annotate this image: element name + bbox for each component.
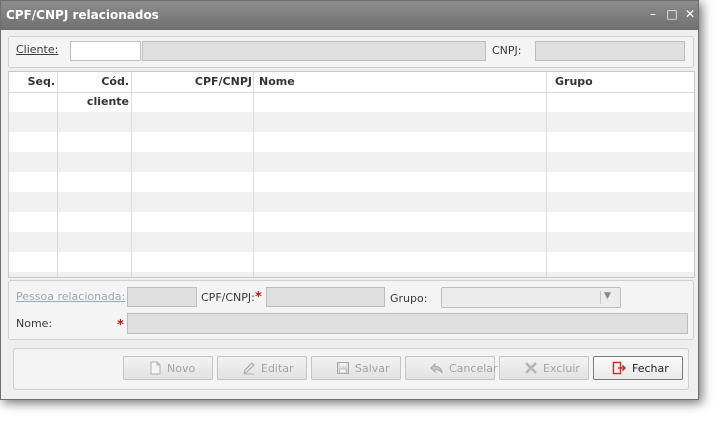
close-button[interactable]: ✕ [682, 6, 698, 22]
undo-icon [430, 361, 444, 375]
column-header-seq[interactable]: Seq. [9, 72, 58, 92]
cliente-label[interactable]: Cliente: [16, 43, 58, 56]
column-divider[interactable] [546, 72, 547, 277]
pencil-icon [242, 361, 256, 375]
chevron-down-icon[interactable]: ▼ [604, 291, 611, 301]
title-bar[interactable]: CPF/CNPJ relacionados – □ ✕ [1, 1, 698, 30]
cliente-name-field [142, 41, 486, 61]
nome-field [127, 313, 688, 334]
dialog-window: CPF/CNPJ relacionados – □ ✕ Cliente: CNP… [0, 0, 699, 400]
column-header-nome[interactable]: Nome [256, 72, 546, 92]
column-divider[interactable] [57, 72, 58, 277]
column-divider[interactable] [253, 72, 254, 277]
exit-door-icon [612, 361, 627, 375]
excluir-button[interactable]: Excluir [499, 356, 589, 380]
editar-button[interactable]: Editar [217, 356, 307, 380]
window-title: CPF/CNPJ relacionados [6, 8, 159, 22]
document-icon [148, 361, 162, 375]
cpf-cnpj-label: CPF/CNPJ: [201, 291, 255, 304]
required-marker: * [255, 290, 262, 305]
table-header: Seq. Cód. cliente CPF/CNPJ Nome Grupo [9, 72, 694, 108]
table-row[interactable] [9, 172, 694, 192]
cliente-code-input[interactable] [70, 41, 141, 61]
column-header-cod-cliente[interactable]: Cód. cliente [58, 72, 132, 108]
grupo-select[interactable]: ▼ [441, 287, 621, 308]
table-row[interactable] [9, 212, 694, 232]
table-row[interactable] [9, 152, 694, 172]
floppy-icon [336, 361, 350, 375]
table-row[interactable] [9, 252, 694, 272]
cnpj-label: CNPJ: [492, 44, 522, 57]
salvar-button[interactable]: Salvar [311, 356, 401, 380]
x-icon [524, 361, 538, 375]
grupo-label: Grupo: [390, 292, 428, 305]
nome-label: Nome: [16, 317, 53, 330]
maximize-button[interactable]: □ [664, 6, 680, 22]
table-row[interactable] [9, 132, 694, 152]
cancelar-button[interactable]: Cancelar [405, 356, 498, 380]
table-row[interactable] [9, 192, 694, 212]
table-row[interactable] [9, 272, 694, 277]
minimize-button[interactable]: – [645, 6, 661, 22]
fechar-button[interactable]: Fechar [593, 356, 683, 380]
pessoa-relacionada-label: Pessoa relacionada: [16, 290, 126, 303]
table-row[interactable] [9, 112, 694, 132]
cnpj-field [535, 41, 685, 61]
pessoa-relacionada-field [127, 287, 197, 307]
column-header-grupo[interactable]: Grupo [552, 72, 692, 92]
column-header-cpf-cnpj[interactable]: CPF/CNPJ [132, 72, 255, 92]
novo-button[interactable]: Novo [123, 356, 213, 380]
combo-separator [600, 291, 601, 304]
column-divider[interactable] [131, 72, 132, 277]
relations-table[interactable]: Seq. Cód. cliente CPF/CNPJ Nome Grupo [8, 71, 695, 278]
cpf-cnpj-field [266, 287, 385, 307]
table-row[interactable] [9, 232, 694, 252]
required-marker: * [117, 318, 124, 333]
